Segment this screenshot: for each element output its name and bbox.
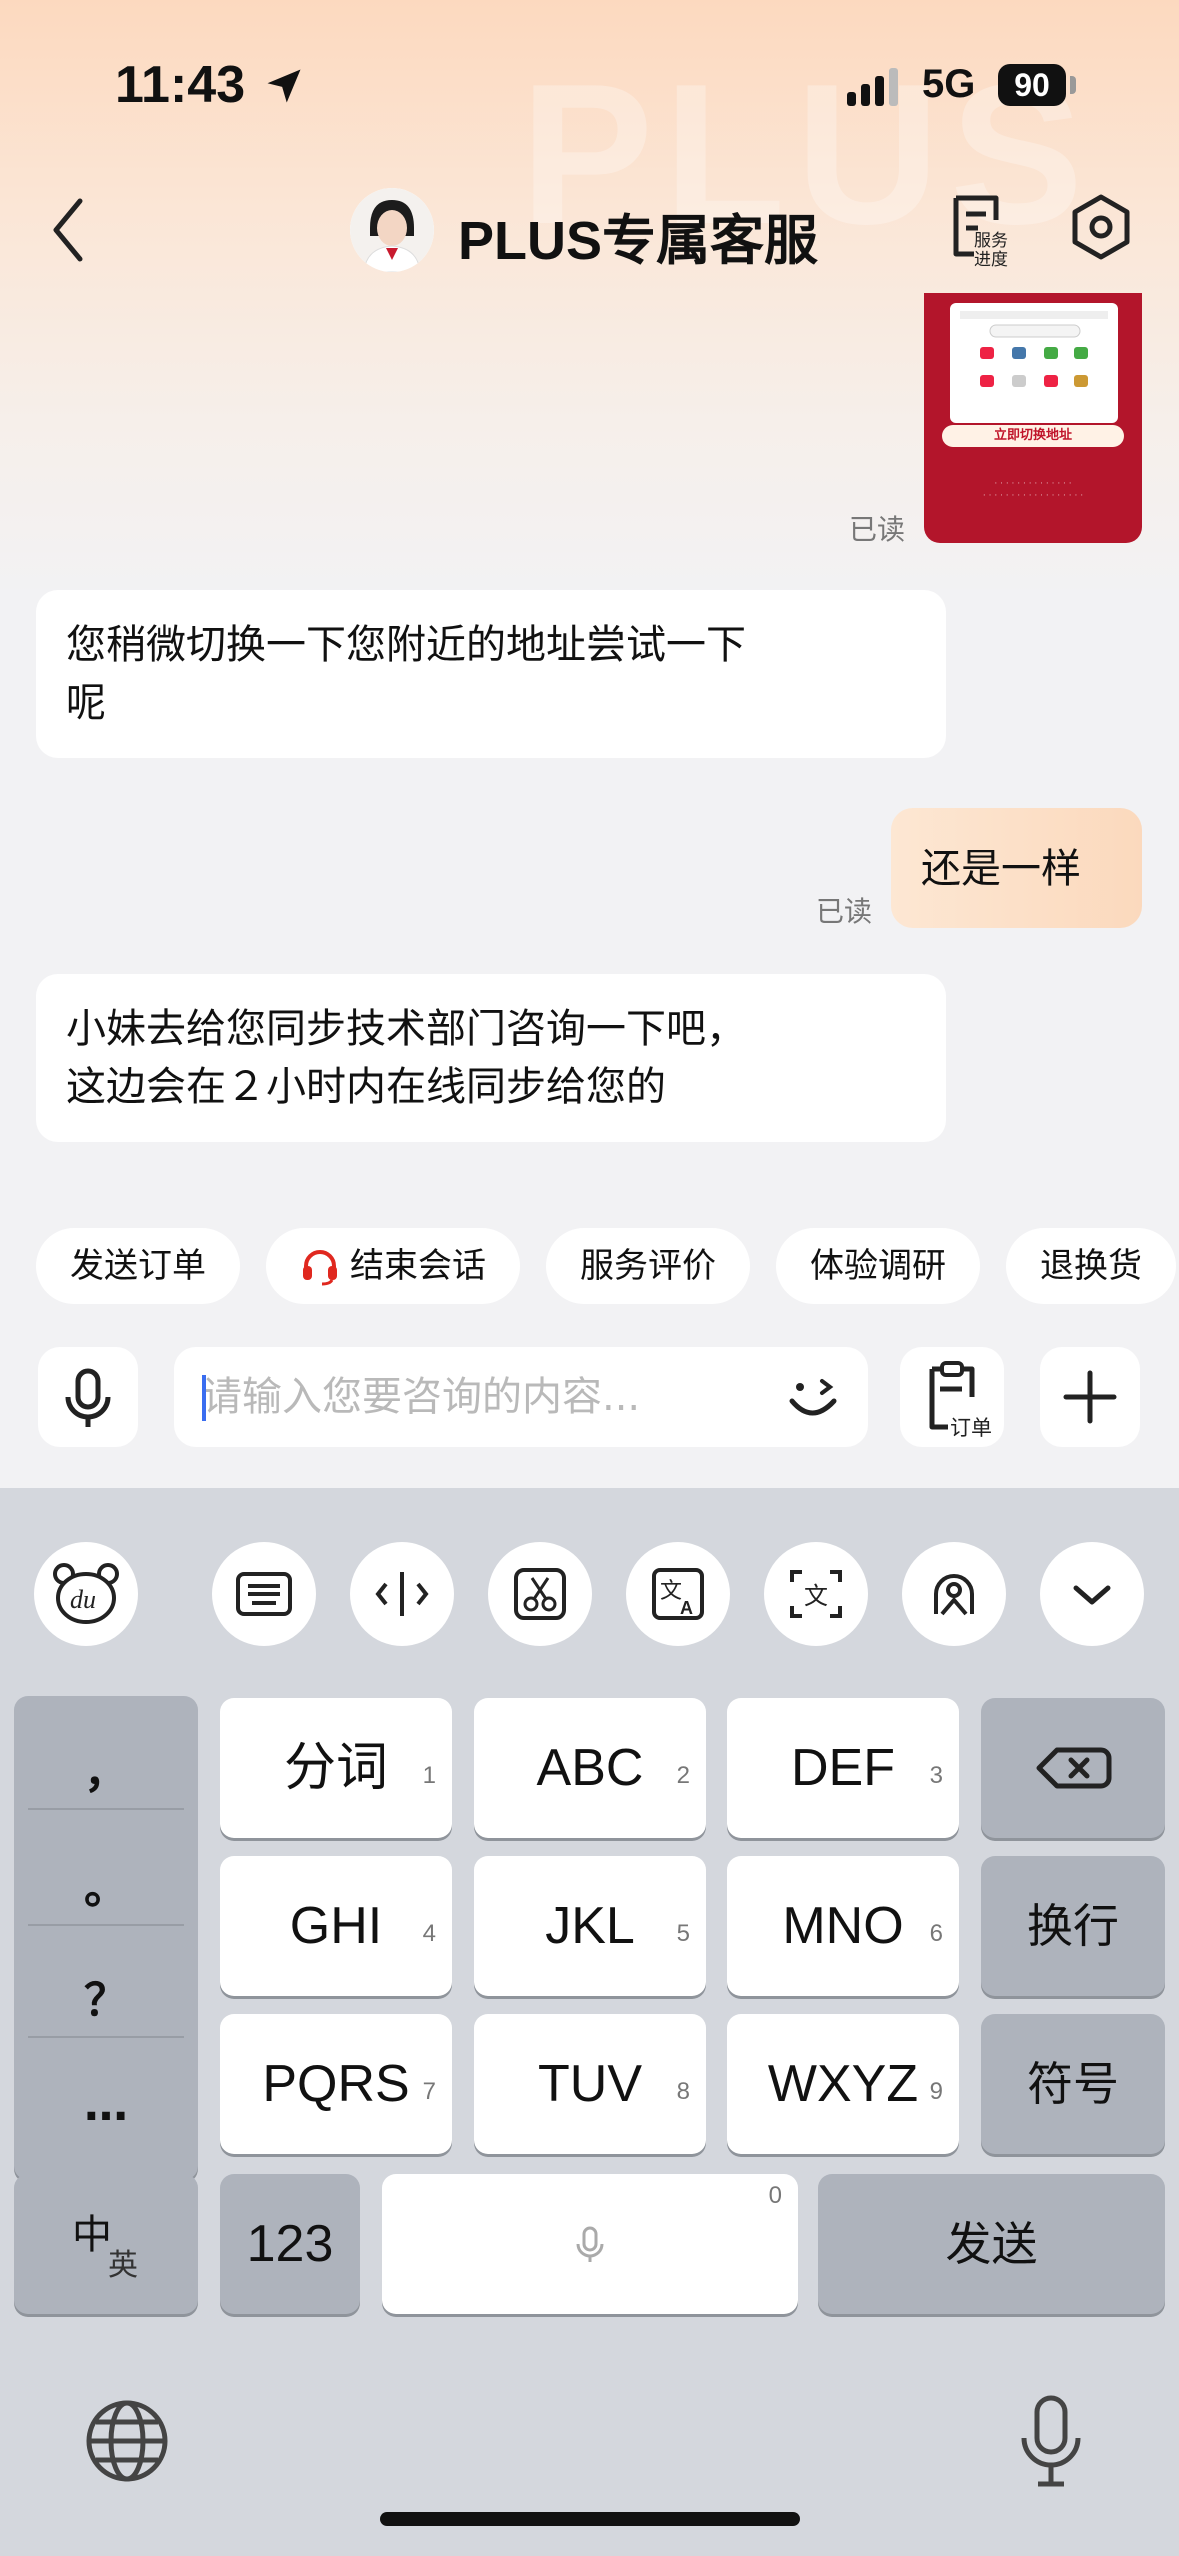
more-plus-button[interactable] xyxy=(1040,1347,1140,1447)
switch-address-button: 立即切换地址 xyxy=(942,425,1124,447)
message-bubble-agent: 您稍微切换一下您附近的地址尝试一下 呢 xyxy=(36,590,946,758)
message-text: 还是一样 xyxy=(921,846,1081,892)
dictation-microphone-icon[interactable] xyxy=(1006,2388,1096,2498)
microphone-icon xyxy=(65,1368,111,1427)
service-rating-chip[interactable]: 服务评价 xyxy=(546,1228,750,1304)
translate-icon[interactable]: 文A xyxy=(626,1542,730,1646)
punct-question[interactable]: ？ xyxy=(14,1964,198,2028)
message-input[interactable] xyxy=(202,1369,762,1425)
keyboard: du 文A 文 ， 。 ？ … 分词 1 ABC 2 DEF 3 GHI 4 JKL 5 … xyxy=(0,1488,1179,2556)
du-bear-icon[interactable]: du xyxy=(34,1542,138,1646)
order-clipboard-icon: 订单 xyxy=(929,1361,992,1440)
service-progress-button[interactable]: 服务 进度 xyxy=(946,190,1016,270)
svg-text:订单: 订单 xyxy=(950,1416,992,1440)
key-6[interactable]: MNO 6 xyxy=(727,1856,959,1996)
punct-period[interactable]: 。 xyxy=(14,1852,198,1916)
home-indicator xyxy=(380,2512,800,2526)
return-exchange-chip[interactable]: 退换货 xyxy=(1006,1228,1176,1304)
image-message[interactable]: 立即切换地址 · · · · · · · · · · · · · · · · · … xyxy=(924,293,1142,543)
svg-text:文: 文 xyxy=(804,1582,828,1610)
image-footer-text: · · · · · · · · · · · · · · · · · · · · ·… xyxy=(982,479,1084,501)
network-type: 5G xyxy=(922,62,976,106)
clipboard-scissors-icon[interactable] xyxy=(488,1542,592,1646)
signal-icon xyxy=(847,68,898,106)
key-7[interactable]: PQRS 7 xyxy=(220,2014,452,2154)
page-title: PLUS专属客服 xyxy=(458,211,819,271)
message-bubble-agent: 小妹去给您同步技术部门咨询一下吧， 这边会在２小时内在线同步给您的 xyxy=(36,974,946,1142)
message-bubble-user: 还是一样 xyxy=(891,808,1142,928)
message-input-box[interactable] xyxy=(174,1347,868,1447)
collapse-chevron-icon[interactable] xyxy=(1040,1542,1144,1646)
svg-text:进度: 进度 xyxy=(974,250,1008,270)
nav-bar: PLUS专属客服 服务 进度 xyxy=(0,170,1179,290)
key-9[interactable]: WXYZ 9 xyxy=(727,2014,959,2154)
quick-actions-row: 发送订单 结束会话 服务评价 体验调研 退换货 xyxy=(36,1228,1176,1304)
key-2[interactable]: ABC 2 xyxy=(474,1698,706,1838)
cursor-move-icon[interactable] xyxy=(350,1542,454,1646)
settings-hexagon-icon[interactable] xyxy=(1068,192,1134,262)
status-bar: 11:43 5G 90 xyxy=(0,0,1179,170)
message-line: 小妹去给您同步技术部门咨询一下吧， xyxy=(66,1006,746,1052)
handwriting-icon[interactable] xyxy=(902,1542,1006,1646)
punct-comma[interactable]: ， xyxy=(14,1736,198,1800)
message-line: 您稍微切换一下您附近的地址尝试一下 xyxy=(66,622,746,668)
globe-icon[interactable] xyxy=(80,2394,174,2488)
message-line: 呢 xyxy=(66,680,106,726)
svg-text:A: A xyxy=(680,1598,693,1618)
language-switch-key[interactable]: 中 英 xyxy=(14,2174,198,2314)
send-key[interactable]: 发送 xyxy=(818,2174,1165,2314)
headset-icon xyxy=(303,1250,337,1286)
battery-tip xyxy=(1070,76,1076,94)
punct-ellipsis[interactable]: … xyxy=(14,2080,198,2131)
newline-key[interactable]: 换行 xyxy=(981,1856,1165,1996)
document-icon: 服务 进度 xyxy=(953,195,1008,270)
image-store-card xyxy=(950,303,1118,423)
send-order-chip[interactable]: 发送订单 xyxy=(36,1228,240,1304)
experience-survey-chip[interactable]: 体验调研 xyxy=(776,1228,980,1304)
emoji-icon[interactable] xyxy=(782,1367,842,1427)
symbols-key[interactable]: 符号 xyxy=(981,2014,1165,2154)
read-receipt: 已读 xyxy=(816,895,873,928)
key-8[interactable]: TUV 8 xyxy=(474,2014,706,2154)
key-4[interactable]: GHI 4 xyxy=(220,1856,452,1996)
agent-avatar xyxy=(350,188,434,272)
battery-level: 90 xyxy=(998,64,1066,106)
status-time: 11:43 xyxy=(115,56,246,114)
keyboard-icon[interactable] xyxy=(212,1542,316,1646)
location-arrow-icon xyxy=(267,69,301,103)
input-row: 订单 xyxy=(0,1335,1179,1465)
end-session-chip[interactable]: 结束会话 xyxy=(266,1228,520,1304)
microphone-icon xyxy=(576,2226,604,2262)
svg-text:服务: 服务 xyxy=(974,231,1008,251)
space-key[interactable]: 0 xyxy=(382,2174,798,2314)
key-1[interactable]: 分词 1 xyxy=(220,1698,452,1838)
read-receipt: 已读 xyxy=(849,513,906,546)
svg-text:文: 文 xyxy=(660,1579,682,1604)
ocr-text-icon[interactable]: 文 xyxy=(764,1542,868,1646)
plus-icon xyxy=(1063,1370,1117,1424)
punctuation-column[interactable]: ， 。 ？ … xyxy=(14,1696,198,2180)
key-5[interactable]: JKL 5 xyxy=(474,1856,706,1996)
delete-key[interactable] xyxy=(981,1698,1165,1838)
backspace-icon xyxy=(1036,1747,1112,1789)
key-3[interactable]: DEF 3 xyxy=(727,1698,959,1838)
back-chevron-icon[interactable] xyxy=(48,195,88,265)
numbers-key[interactable]: 123 xyxy=(220,2174,360,2314)
message-line: 这边会在２小时内在线同步给您的 xyxy=(66,1064,666,1110)
voice-input-button[interactable] xyxy=(38,1347,138,1447)
order-button[interactable]: 订单 xyxy=(900,1347,1004,1447)
svg-text:du: du xyxy=(70,1585,96,1614)
text-caret xyxy=(202,1375,206,1421)
